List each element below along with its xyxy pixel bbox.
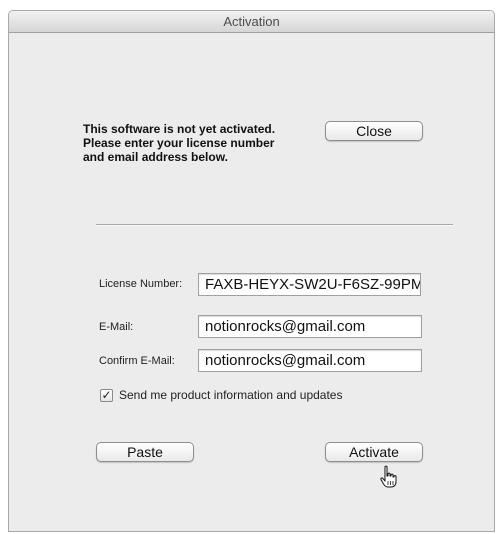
activation-window: Activation This software is not yet acti…: [8, 10, 495, 532]
activation-message: This software is not yet activated. Plea…: [83, 122, 276, 164]
check-icon: ✓: [101, 388, 112, 402]
confirm-email-label: Confirm E-Mail:: [99, 355, 175, 367]
window-title: Activation: [9, 11, 494, 33]
newsletter-label: Send me product information and updates: [119, 388, 343, 402]
confirm-email-field[interactable]: notionrocks@gmail.com: [198, 349, 422, 372]
activate-button[interactable]: Activate: [325, 442, 423, 462]
paste-button[interactable]: Paste: [96, 442, 194, 462]
divider: [96, 224, 453, 226]
close-button[interactable]: Close: [325, 121, 423, 141]
license-number-label: License Number:: [99, 278, 183, 290]
license-number-field[interactable]: FAXB-HEYX-SW2U-F6SZ-99PM: [198, 273, 421, 296]
hand-pointer-icon: [380, 465, 397, 488]
email-field[interactable]: notionrocks@gmail.com: [198, 315, 422, 338]
email-label: E-Mail:: [99, 321, 134, 333]
newsletter-checkbox[interactable]: ✓: [100, 389, 113, 402]
